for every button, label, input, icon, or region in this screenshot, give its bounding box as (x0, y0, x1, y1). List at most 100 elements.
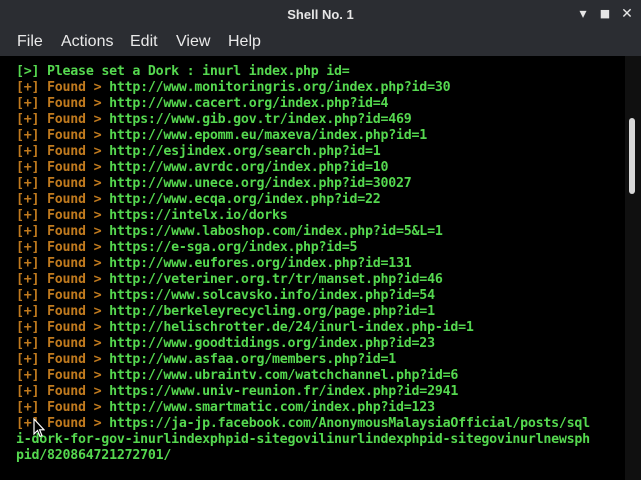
result-line: [+] Found > http://www.unece.org/index.p… (16, 176, 412, 192)
result-label: Found > (39, 208, 110, 223)
result-line: [+] Found > http://helischrotter.de/24/i… (16, 320, 474, 336)
result-url[interactable]: https://www.gib.gov.tr/index.php?id=469 (109, 112, 412, 127)
result-url[interactable]: http://www.unece.org/index.php?id=30027 (109, 176, 412, 191)
result-label: Found > (39, 128, 110, 143)
result-line: [+] Found > http://veteriner.org.tr/tr/m… (16, 272, 443, 288)
result-url[interactable]: http://www.smartmatic.com/index.php?id=1… (109, 400, 435, 415)
result-marker: [+] (16, 256, 40, 271)
result-label: Found > (39, 176, 110, 191)
result-url[interactable]: https://www.laboshop.com/index.php?id=5&… (109, 224, 443, 239)
result-label: Found > (39, 96, 110, 111)
prompt-line: [>] Please set a Dork : inurl index.php … (16, 64, 350, 80)
result-url[interactable]: http://www.epomm.eu/maxeva/index.php?id=… (109, 128, 427, 143)
close-icon[interactable]: ✕ (619, 6, 635, 22)
result-label: Found > (39, 80, 110, 95)
result-url[interactable]: http://www.goodtidings.org/index.php?id=… (109, 336, 435, 351)
result-marker: [+] (16, 336, 40, 351)
result-marker: [+] (16, 400, 40, 415)
menu-view[interactable]: View (176, 33, 210, 51)
result-label: Found > (39, 160, 110, 175)
menu-bar: File Actions Edit View Help (0, 30, 641, 56)
result-line: [+] Found > http://www.cacert.org/index.… (16, 96, 389, 112)
result-marker: [+] (16, 384, 40, 399)
terminal-window: Shell No. 1 ▾ ■ ✕ File Actions Edit View… (0, 0, 641, 480)
result-label: Found > (39, 400, 110, 415)
result-label: Found > (39, 144, 110, 159)
result-marker: [+] (16, 240, 40, 255)
scrollbar[interactable] (625, 56, 641, 480)
result-line: [+] Found > https://www.gib.gov.tr/index… (16, 112, 412, 128)
result-url[interactable]: http://www.ecqa.org/index.php?id=22 (109, 192, 381, 207)
result-line: [+] Found > http://www.avrdc.org/index.p… (16, 160, 389, 176)
result-url[interactable]: http://helischrotter.de/24/inurl-index.p… (109, 320, 474, 335)
result-line: [+] Found > http://www.eufores.org/index… (16, 256, 412, 272)
result-label: Found > (39, 368, 110, 383)
result-line: [+] Found > https://www.laboshop.com/ind… (16, 224, 443, 240)
prompt-bracket: [>] (16, 64, 40, 79)
result-url[interactable]: https://e-sga.org/index.php?id=5 (109, 240, 357, 255)
result-marker: [+] (16, 304, 40, 319)
result-line: [+] Found > http://www.ubraintv.com/watc… (16, 368, 458, 384)
result-marker: [+] (16, 80, 40, 95)
result-marker: [+] (16, 224, 40, 239)
result-label: Found > (39, 240, 110, 255)
scrollbar-thumb[interactable] (629, 118, 635, 194)
result-label: Found > (39, 224, 110, 239)
result-line: [+] Found > https://www.univ-reunion.fr/… (16, 384, 458, 400)
result-url[interactable]: https://ja-jp.facebook.com/AnonymousMala… (109, 416, 590, 431)
result-url[interactable]: http://esjindex.org/search.php?id=1 (109, 144, 381, 159)
wrapped-url-line[interactable]: pid/820864721272701/ (16, 448, 171, 464)
menu-actions[interactable]: Actions (61, 33, 113, 51)
mouse-pointer-icon (33, 418, 45, 438)
result-line: [+] Found > http://esjindex.org/search.p… (16, 144, 381, 160)
result-label: Found > (39, 112, 110, 127)
result-line: [+] Found > https://e-sga.org/index.php?… (16, 240, 358, 256)
result-url[interactable]: http://www.monitoringris.org/index.php?i… (109, 80, 451, 95)
result-line: [+] Found > http://www.goodtidings.org/i… (16, 336, 435, 352)
result-url[interactable]: http://veteriner.org.tr/tr/manset.php?id… (109, 272, 443, 287)
result-label: Found > (39, 288, 110, 303)
menu-help[interactable]: Help (228, 33, 261, 51)
prompt-text: Please set a Dork : inurl index.php id= (39, 64, 350, 79)
result-line: [+] Found > https://ja-jp.facebook.com/A… (16, 416, 590, 432)
result-marker: [+] (16, 144, 40, 159)
maximize-icon[interactable]: ■ (597, 6, 613, 22)
result-marker: [+] (16, 320, 40, 335)
result-label: Found > (39, 192, 110, 207)
result-marker: [+] (16, 160, 40, 175)
result-line: [+] Found > http://www.epomm.eu/maxeva/i… (16, 128, 427, 144)
minimize-icon[interactable]: ▾ (575, 6, 591, 22)
result-label: Found > (39, 352, 110, 367)
result-url[interactable]: https://intelx.io/dorks (109, 208, 288, 223)
wrapped-url-line[interactable]: i-dork-for-gov-inurlindexphpid-sitegovil… (16, 432, 590, 448)
result-label: Found > (39, 384, 110, 399)
result-line: [+] Found > http://www.ecqa.org/index.ph… (16, 192, 381, 208)
result-url[interactable]: http://www.ubraintv.com/watchchannel.php… (109, 368, 458, 383)
result-label: Found > (39, 336, 110, 351)
result-line: [+] Found > https://intelx.io/dorks (16, 208, 288, 224)
result-url[interactable]: https://www.solcavsko.info/index.php?id=… (109, 288, 435, 303)
result-marker: [+] (16, 128, 40, 143)
result-line: [+] Found > http://www.monitoringris.org… (16, 80, 451, 96)
result-url[interactable]: http://www.asfaa.org/members.php?id=1 (109, 352, 396, 367)
menu-edit[interactable]: Edit (130, 33, 158, 51)
result-line: [+] Found > http://www.asfaa.org/members… (16, 352, 396, 368)
result-label: Found > (39, 320, 110, 335)
result-marker: [+] (16, 112, 40, 127)
result-url[interactable]: https://www.univ-reunion.fr/index.php?id… (109, 384, 458, 399)
result-url[interactable]: http://berkeleyrecycling.org/page.php?id… (109, 304, 435, 319)
result-marker: [+] (16, 352, 40, 367)
result-url[interactable]: http://www.avrdc.org/index.php?id=10 (109, 160, 388, 175)
result-marker: [+] (16, 288, 40, 303)
result-url[interactable]: http://www.eufores.org/index.php?id=131 (109, 256, 412, 271)
result-line: [+] Found > https://www.solcavsko.info/i… (16, 288, 435, 304)
result-url[interactable]: http://www.cacert.org/index.php?id=4 (109, 96, 388, 111)
result-marker: [+] (16, 208, 40, 223)
title-bar[interactable]: Shell No. 1 ▾ ■ ✕ (0, 0, 641, 30)
result-label: Found > (39, 272, 110, 287)
window-title: Shell No. 1 (287, 7, 354, 22)
menu-file[interactable]: File (17, 33, 43, 51)
result-marker: [+] (16, 192, 40, 207)
terminal-output[interactable]: [>] Please set a Dork : inurl index.php … (0, 56, 625, 480)
result-marker: [+] (16, 96, 40, 111)
